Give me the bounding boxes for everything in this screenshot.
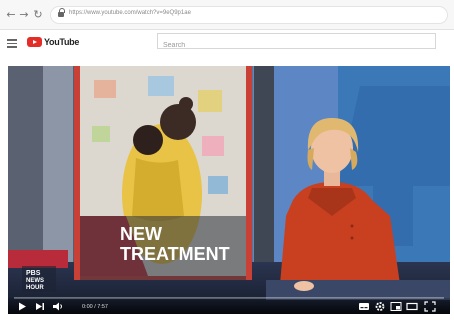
theater-mode-icon[interactable] xyxy=(406,301,418,312)
miniplayer-icon[interactable] xyxy=(390,301,402,312)
next-icon[interactable] xyxy=(34,301,46,312)
volume-icon[interactable] xyxy=(52,301,64,312)
menu-icon[interactable] xyxy=(7,39,17,48)
back-icon[interactable]: ← xyxy=(4,8,18,22)
reload-icon[interactable]: ↻ xyxy=(31,8,45,22)
play-icon[interactable] xyxy=(16,301,28,312)
story-panel: NEW TREATMENT xyxy=(74,66,252,280)
channel-bug-line2: NEWS xyxy=(26,278,44,284)
fullscreen-icon[interactable] xyxy=(424,301,436,312)
overlay-line2: TREATMENT xyxy=(120,244,230,264)
youtube-logo[interactable]: YouTube xyxy=(27,36,79,48)
channel-bug-line3: HOUR xyxy=(26,285,44,291)
player-controls: 0:00 / 7:57 xyxy=(8,298,450,314)
youtube-header: YouTube xyxy=(0,30,454,54)
video-frame: NEW TREATMENT PBS NEWS HOUR xyxy=(8,66,450,314)
browser-toolbar: ← → ↻ https://www.youtube.com/watch?v=9e… xyxy=(0,0,454,30)
address-bar[interactable]: https://www.youtube.com/watch?v=9eQ9p1ae xyxy=(50,6,448,24)
channel-bug-line1: PBS xyxy=(26,270,41,277)
settings-icon[interactable] xyxy=(374,301,386,312)
video-player[interactable]: NEW TREATMENT PBS NEWS HOUR 0:00 / 7:57 xyxy=(8,66,450,314)
address-url[interactable]: https://www.youtube.com/watch?v=9eQ9p1ae xyxy=(69,10,191,16)
search-box[interactable] xyxy=(157,33,436,53)
overlay-line1: NEW xyxy=(120,224,162,244)
logo-text: YouTube xyxy=(44,37,80,47)
search-input[interactable] xyxy=(158,38,435,53)
forward-icon[interactable]: → xyxy=(17,8,31,22)
youtube-play-icon xyxy=(27,37,42,47)
channel-bug: PBS NEWS HOUR xyxy=(22,266,56,292)
subtitles-icon[interactable] xyxy=(358,301,370,312)
time-display: 0:00 / 7:57 xyxy=(82,304,108,310)
lock-icon xyxy=(58,8,65,19)
